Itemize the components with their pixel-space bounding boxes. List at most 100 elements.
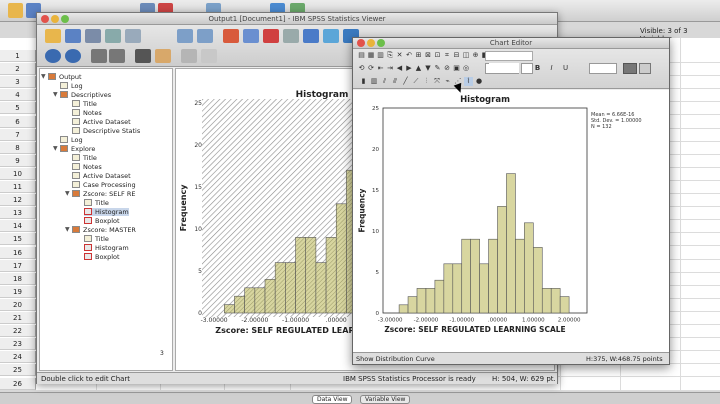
outline-item[interactable]: Case Processing — [72, 181, 136, 189]
row-number[interactable]: 17 — [0, 259, 36, 272]
editor-tool-icon[interactable]: ▶ — [405, 64, 414, 73]
chart-element-icon[interactable]: ⌇ — [464, 77, 473, 86]
editor-tool-icon[interactable]: ⊞ — [414, 51, 423, 60]
chart-element-icon[interactable]: ⤧ — [433, 77, 442, 86]
outline-item[interactable]: Histogram — [84, 244, 129, 252]
row-number[interactable]: 10 — [0, 167, 36, 180]
editor-tool-icon[interactable]: ▦ — [367, 51, 376, 60]
outline-item[interactable]: Active Dataset — [72, 118, 131, 126]
editor-tool-icon[interactable]: ▣ — [452, 64, 461, 73]
insert-text-icon[interactable] — [201, 49, 217, 63]
editor-tool-icon[interactable]: ▥ — [376, 51, 385, 60]
outline-item[interactable]: Boxplot — [84, 217, 120, 225]
chart-element-icon[interactable]: ⫶ — [422, 77, 431, 86]
editor-tool-icon[interactable]: ▼ — [424, 64, 433, 73]
row-number[interactable]: 14 — [0, 220, 36, 233]
disclosure-triangle-icon[interactable]: ▼ — [65, 190, 70, 197]
row-number[interactable]: 25 — [0, 364, 36, 377]
outline-item[interactable]: Explore — [60, 145, 95, 153]
minimize-button[interactable] — [51, 15, 59, 23]
chart-element-icon[interactable]: ╱ — [401, 77, 410, 86]
row-number[interactable]: 18 — [0, 272, 36, 285]
expand-icon[interactable] — [91, 49, 107, 63]
editor-tool-icon[interactable]: ⌗ — [443, 51, 452, 60]
outline-item[interactable]: Title — [84, 199, 109, 207]
row-number[interactable]: 7 — [0, 128, 36, 141]
row-number[interactable]: 20 — [0, 298, 36, 311]
forward-arrow-icon[interactable] — [65, 49, 81, 63]
editor-tool-icon[interactable]: ⊟ — [452, 51, 461, 60]
text-field[interactable] — [489, 63, 519, 73]
tab-data-view[interactable]: Data View — [312, 395, 353, 404]
print-preview-icon[interactable] — [125, 29, 141, 43]
outline-pane[interactable]: Output ▼ Log Descriptives ▼ Title Notes Active … — [39, 68, 173, 371]
size-dropdown[interactable] — [521, 63, 533, 74]
outline-item[interactable]: Title — [72, 154, 97, 162]
goto-case-icon[interactable] — [243, 29, 259, 43]
row-number[interactable]: 16 — [0, 246, 36, 259]
editor-tool-icon[interactable]: ⇥ — [386, 64, 395, 73]
zoom-button[interactable] — [61, 15, 69, 23]
editor-histogram[interactable]: 0 5 10 15 20 25 -3.00000 -2.00000 -1.00000 .00000… — [353, 90, 669, 352]
editor-minimize-button[interactable] — [367, 39, 375, 47]
print-icon[interactable] — [85, 29, 101, 43]
goto-data-icon[interactable] — [223, 29, 239, 43]
outline-item[interactable]: Boxplot — [84, 253, 120, 261]
chart-element-icon[interactable]: ● — [475, 77, 484, 86]
editor-tool-icon[interactable]: ✎ — [433, 64, 442, 73]
border-color-swatch[interactable] — [639, 63, 651, 74]
row-number[interactable]: 9 — [0, 154, 36, 167]
style-dropdown[interactable] — [485, 51, 533, 61]
variables-icon[interactable] — [263, 29, 279, 43]
row-number[interactable]: 11 — [0, 181, 36, 193]
row-number[interactable]: 2 — [0, 63, 36, 76]
editor-tool-icon[interactable]: ⇤ — [376, 64, 385, 73]
row-number[interactable]: 3 — [0, 76, 36, 89]
viewer-title-bar[interactable]: Output1 [Document1] - IBM SPSS Statistic… — [37, 13, 557, 25]
outline-item[interactable]: Output — [48, 73, 82, 81]
editor-tool-icon[interactable]: ◫ — [462, 51, 471, 60]
row-number[interactable]: 6 — [0, 115, 36, 128]
editor-tool-icon[interactable]: ▲ — [414, 64, 423, 73]
export-icon[interactable] — [105, 29, 121, 43]
row-number[interactable]: 19 — [0, 285, 36, 298]
chart-element-icon[interactable]: ⫽ — [380, 77, 389, 86]
disclosure-triangle-icon[interactable]: ▼ — [65, 226, 70, 233]
row-number[interactable]: 22 — [0, 325, 36, 338]
outline-item[interactable]: Zscore: MASTER — [72, 226, 136, 234]
editor-tool-icon[interactable]: ⊠ — [424, 51, 433, 60]
chart-element-icon[interactable]: ▮ — [359, 77, 368, 86]
tab-variable-view[interactable]: Variable View — [360, 395, 411, 404]
editor-zoom-button[interactable] — [377, 39, 385, 47]
row-number[interactable]: 1 — [0, 50, 36, 62]
disclosure-triangle-icon[interactable]: ▼ — [53, 145, 58, 152]
outline-item[interactable]: Active Dataset — [72, 172, 131, 180]
find-icon[interactable] — [283, 29, 299, 43]
outline-item[interactable]: Notes — [72, 163, 102, 171]
editor-tool-icon[interactable]: ⟳ — [367, 64, 376, 73]
row-number[interactable]: 24 — [0, 351, 36, 364]
text-style-button[interactable]: U — [561, 64, 570, 73]
show-icon[interactable] — [135, 49, 151, 63]
row-number[interactable]: 15 — [0, 233, 36, 246]
outline-item[interactable]: Histogram — [84, 208, 129, 216]
split-file-icon[interactable] — [303, 29, 319, 43]
save-icon[interactable] — [65, 29, 81, 43]
editor-tool-icon[interactable]: ⊡ — [433, 51, 442, 60]
outline-item[interactable]: Log — [60, 136, 83, 144]
editor-tool-icon[interactable]: ↶ — [405, 51, 414, 60]
insert-heading-icon[interactable] — [181, 49, 197, 63]
close-button[interactable] — [41, 15, 49, 23]
back-arrow-icon[interactable] — [45, 49, 61, 63]
row-number[interactable]: 23 — [0, 338, 36, 351]
outline-item[interactable]: Log — [60, 82, 83, 90]
redo-icon[interactable] — [197, 29, 213, 43]
editor-tool-icon[interactable]: ⟲ — [357, 64, 366, 73]
chart-element-icon[interactable]: ⫻ — [391, 77, 400, 86]
row-number[interactable]: 13 — [0, 207, 36, 220]
outline-item[interactable]: Descriptive Statis — [72, 127, 140, 135]
chart-element-icon[interactable]: ⟋ — [412, 77, 421, 86]
row-number[interactable]: 4 — [0, 89, 36, 102]
disclosure-triangle-icon[interactable]: ▼ — [41, 73, 46, 80]
outline-item[interactable]: Descriptives — [60, 91, 111, 99]
